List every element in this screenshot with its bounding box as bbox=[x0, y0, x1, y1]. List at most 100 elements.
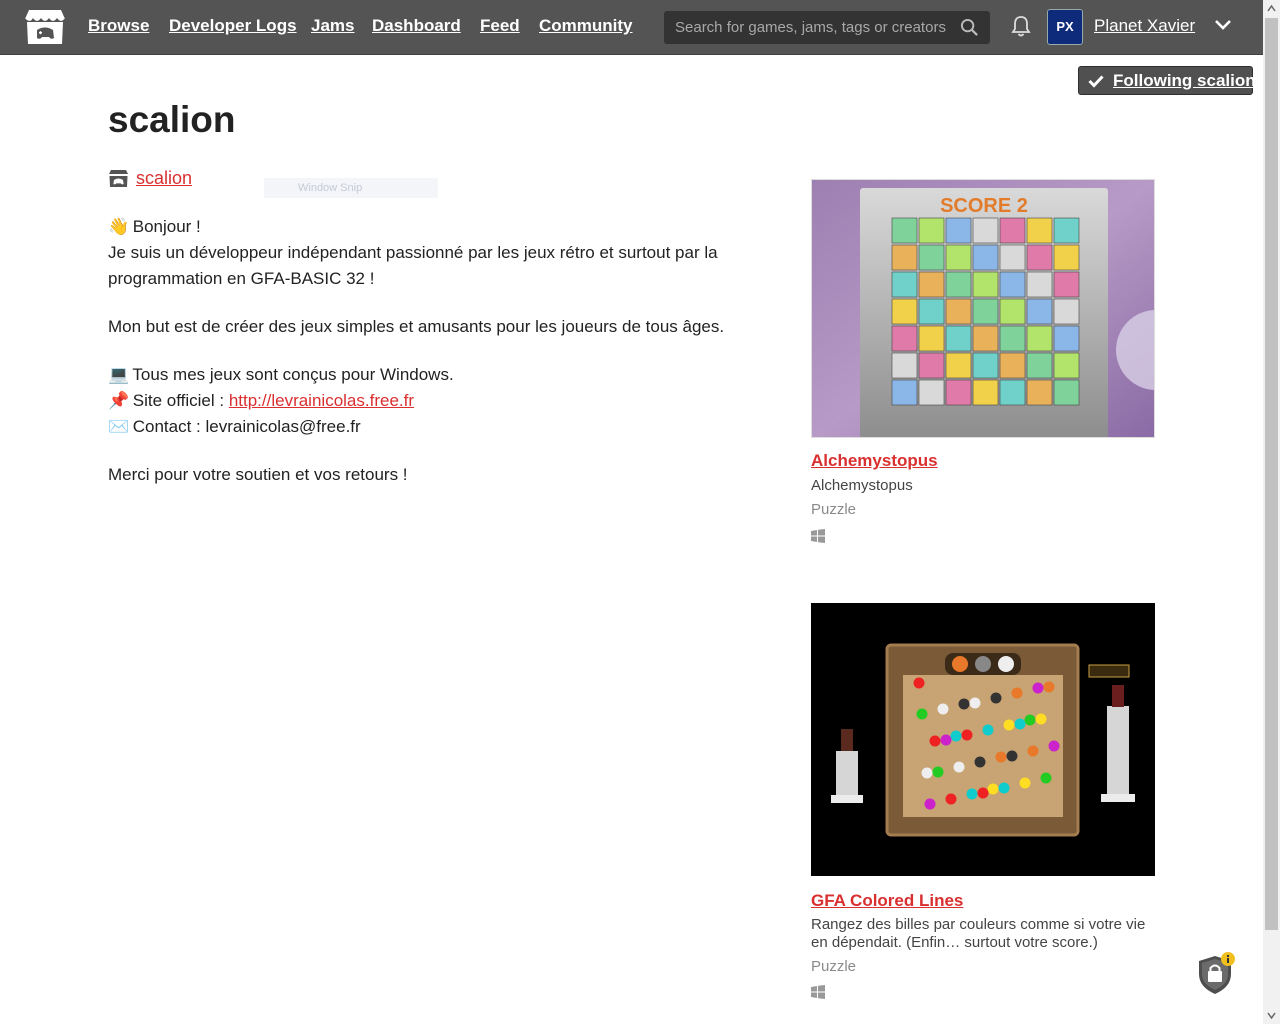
puzzle-tile bbox=[891, 271, 918, 298]
puzzle-tile bbox=[1053, 352, 1080, 379]
goal-text: Mon but est de créer des jeux simples et… bbox=[108, 317, 725, 336]
marble bbox=[1048, 740, 1060, 752]
game-card-gfa-colored-lines: GFA Colored Lines Rangez des billes par … bbox=[811, 603, 1155, 1003]
nav-jams-link[interactable]: Jams bbox=[311, 16, 354, 36]
puzzle-tile bbox=[918, 271, 945, 298]
puzzle-tile bbox=[1026, 298, 1053, 325]
intro-text: Je suis un développeur indépendant passi… bbox=[108, 243, 718, 288]
nav-community-link[interactable]: Community bbox=[539, 16, 633, 36]
following-button-label: Following scalion bbox=[1113, 71, 1256, 90]
puzzle-tile bbox=[1053, 271, 1080, 298]
puzzle-tile bbox=[918, 352, 945, 379]
puzzle-tile bbox=[999, 217, 1026, 244]
marble bbox=[1019, 777, 1031, 789]
puzzle-tile bbox=[918, 325, 945, 352]
puzzle-tile bbox=[972, 244, 999, 271]
game-title-link[interactable]: Alchemystopus bbox=[811, 451, 938, 471]
alchemystopus-screenshot: SCORE 2 bbox=[812, 180, 1154, 437]
marble bbox=[1043, 681, 1055, 693]
marble bbox=[921, 767, 933, 779]
puzzle-tile bbox=[999, 244, 1026, 271]
puzzle-tile bbox=[891, 379, 918, 406]
pushpin-icon: 📌 bbox=[108, 391, 130, 410]
puzzle-tile bbox=[918, 379, 945, 406]
search-input[interactable] bbox=[664, 11, 954, 44]
puzzle-tile bbox=[945, 325, 972, 352]
nav-browse-link[interactable]: Browse bbox=[88, 16, 149, 36]
notification-bell-icon[interactable] bbox=[1010, 14, 1032, 38]
marble bbox=[932, 766, 944, 778]
profile-description: 👋 Bonjour ! Je suis un développeur indép… bbox=[108, 214, 748, 510]
marble bbox=[1035, 713, 1047, 725]
puzzle-tile bbox=[972, 271, 999, 298]
marble bbox=[1032, 682, 1044, 694]
puzzle-tile bbox=[1026, 217, 1053, 244]
scroll-down-arrow-icon[interactable] bbox=[1267, 1011, 1276, 1020]
nav-dashboard-link[interactable]: Dashboard bbox=[372, 16, 461, 36]
marble bbox=[1027, 745, 1039, 757]
puzzle-tile bbox=[972, 325, 999, 352]
game-thumbnail-colored-lines[interactable] bbox=[811, 603, 1155, 876]
marble bbox=[998, 782, 1010, 794]
marble bbox=[950, 730, 962, 742]
score-text: SCORE 2 bbox=[940, 195, 1028, 217]
puzzle-tile bbox=[945, 379, 972, 406]
colored-lines-screenshot bbox=[811, 603, 1155, 876]
nav-feed-link[interactable]: Feed bbox=[480, 16, 520, 36]
chevron-down-icon[interactable] bbox=[1213, 17, 1233, 33]
marble bbox=[937, 703, 949, 715]
marble bbox=[929, 735, 941, 747]
marble bbox=[945, 793, 957, 805]
game-title-link[interactable]: GFA Colored Lines bbox=[811, 891, 963, 911]
scroll-up-arrow-icon[interactable] bbox=[1267, 4, 1276, 13]
page-title: scalion bbox=[108, 99, 236, 140]
puzzle-tile bbox=[918, 298, 945, 325]
official-site-link[interactable]: http://levrainicolas.free.fr bbox=[229, 391, 414, 410]
search-box bbox=[664, 11, 990, 44]
thanks-text: Merci pour votre soutien et vos retours … bbox=[108, 465, 408, 484]
puzzle-tile bbox=[999, 352, 1026, 379]
privacy-lock-icon[interactable] bbox=[1196, 952, 1238, 996]
page-scrollbar[interactable] bbox=[1263, 0, 1280, 1024]
puzzle-tile bbox=[891, 352, 918, 379]
scrollbar-thumb[interactable] bbox=[1265, 18, 1278, 930]
profile-user-link[interactable]: scalion bbox=[136, 168, 192, 189]
search-icon[interactable] bbox=[960, 18, 979, 37]
puzzle-tile bbox=[972, 298, 999, 325]
puzzle-tile bbox=[891, 325, 918, 352]
marble bbox=[1014, 718, 1026, 730]
game-short-text: Rangez des billes par couleurs comme si … bbox=[811, 916, 1146, 951]
marble bbox=[961, 729, 973, 741]
checkmark-icon bbox=[1088, 75, 1104, 88]
puzzle-tile bbox=[891, 298, 918, 325]
puzzle-tile bbox=[999, 298, 1026, 325]
puzzle-tile bbox=[945, 271, 972, 298]
puzzle-tile bbox=[972, 352, 999, 379]
puzzle-tile bbox=[1053, 217, 1080, 244]
puzzle-tile bbox=[999, 379, 1026, 406]
itchio-logo-icon[interactable] bbox=[24, 7, 66, 47]
laptop-icon: 💻 bbox=[108, 365, 130, 384]
puzzle-tile bbox=[1053, 325, 1080, 352]
puzzle-tile bbox=[918, 217, 945, 244]
username-link[interactable]: Planet Xavier bbox=[1094, 16, 1195, 36]
puzzle-tile bbox=[999, 271, 1026, 298]
puzzle-tile bbox=[1026, 271, 1053, 298]
marble bbox=[1003, 719, 1015, 731]
puzzle-tile bbox=[945, 217, 972, 244]
puzzle-tile bbox=[945, 352, 972, 379]
windows-icon bbox=[811, 529, 825, 543]
puzzle-tile bbox=[972, 217, 999, 244]
game-thumbnail-alchemystopus[interactable]: SCORE 2 bbox=[811, 179, 1155, 438]
puzzle-tile bbox=[918, 244, 945, 271]
puzzle-tile bbox=[1053, 244, 1080, 271]
marble bbox=[953, 761, 965, 773]
nav-developer-logs-link[interactable]: Developer Logs bbox=[169, 16, 297, 36]
marble bbox=[1024, 714, 1036, 726]
user-avatar[interactable]: PX bbox=[1047, 9, 1083, 45]
puzzle-tile bbox=[1053, 298, 1080, 325]
marble bbox=[940, 734, 952, 746]
puzzle-tile bbox=[945, 244, 972, 271]
marble bbox=[977, 787, 989, 799]
following-button[interactable]: Following scalion bbox=[1078, 66, 1256, 95]
